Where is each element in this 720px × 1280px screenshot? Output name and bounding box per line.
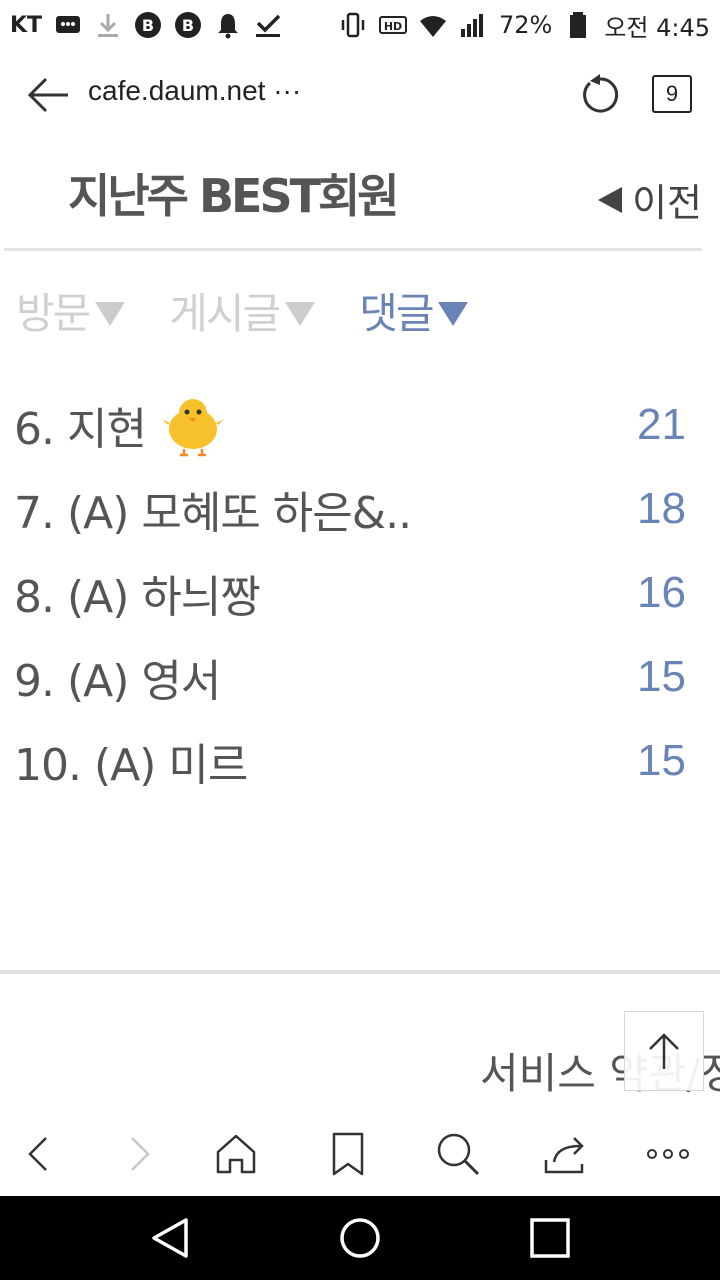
bell-icon [214, 11, 242, 39]
scroll-to-top-button[interactable] [624, 1011, 704, 1091]
chick-icon [160, 393, 226, 457]
comment-count: 21 [637, 400, 686, 449]
tab-count-button[interactable]: 9 [652, 75, 692, 113]
nav-home-icon[interactable] [338, 1216, 382, 1260]
member-name: 7. (A) 모혜또 하은&.. [14, 488, 412, 539]
tab-comments[interactable]: 댓글 [359, 280, 469, 341]
list-item[interactable]: 9. (A) 영서 15 [0, 635, 720, 719]
divider [0, 970, 720, 974]
browser-toolbar [0, 1110, 720, 1196]
member-name: 8. (A) 하늬짱 [14, 572, 261, 623]
hd-icon: HD [378, 11, 407, 39]
wifi-icon [419, 11, 447, 39]
svg-text:HD: HD [384, 20, 402, 33]
comment-count: 18 [637, 484, 686, 533]
svg-text:B: B [142, 16, 154, 35]
tab-posts[interactable]: 게시글 [169, 280, 316, 341]
page-title: 지난주 BEST회원 [68, 169, 400, 223]
signal-icon [459, 11, 487, 39]
message-icon [54, 11, 82, 39]
comment-count: 16 [637, 568, 686, 617]
bookmark-icon[interactable] [324, 1130, 372, 1178]
prev-link[interactable]: 이전 [598, 172, 702, 227]
status-left: KT B B [10, 11, 282, 39]
list-item[interactable]: 7. (A) 모혜또 하은&.. 18 [0, 467, 720, 551]
battery-percent: 72% [498, 11, 553, 39]
search-icon[interactable] [434, 1130, 482, 1178]
triangle-down-icon [438, 301, 469, 326]
divider [4, 248, 702, 251]
vibrate-icon [339, 11, 367, 39]
b-app-icon: B [174, 11, 202, 39]
ranking-list: 6. 지현 21 7. (A) 모혜또 하은&.. 18 8. (A) 하늬짱 … [0, 383, 720, 803]
download-icon [94, 11, 122, 39]
carrier-label: KT [10, 12, 43, 38]
category-tabs: 방문 게시글 댓글 [16, 280, 512, 341]
member-name: 9. (A) 영서 [14, 656, 221, 707]
triangle-left-icon [598, 186, 623, 213]
url-text[interactable]: cafe.daum.net ··· [88, 75, 301, 107]
home-icon[interactable] [212, 1130, 260, 1178]
prev-label: 이전 [632, 181, 702, 225]
battery-icon [564, 11, 592, 39]
back-arrow-icon[interactable] [24, 73, 72, 117]
nav-recents-icon[interactable] [528, 1216, 572, 1260]
clock: 오전 4:45 [604, 13, 710, 42]
tab-visit[interactable]: 방문 [16, 280, 126, 341]
more-icon[interactable] [644, 1130, 692, 1178]
member-name: 6. 지현 [14, 393, 226, 457]
reload-icon[interactable] [578, 73, 622, 117]
tab-label: 게시글 [169, 289, 281, 338]
status-bar: KT B B HD 72% 오전 4:45 [0, 0, 720, 50]
status-right: HD 72% 오전 4:45 [339, 8, 710, 43]
svg-text:B: B [182, 16, 194, 35]
android-nav-bar [0, 1196, 720, 1280]
tab-label: 방문 [16, 289, 91, 338]
chevron-right-icon[interactable] [116, 1130, 164, 1178]
b-app-icon: B [134, 11, 162, 39]
url-bar: cafe.daum.net ··· 9 [0, 55, 720, 135]
nav-back-icon[interactable] [148, 1216, 192, 1260]
list-item[interactable]: 8. (A) 하늬짱 16 [0, 551, 720, 635]
comment-count: 15 [637, 652, 686, 701]
triangle-down-icon [95, 301, 126, 326]
check-icon [254, 11, 282, 39]
chevron-left-icon[interactable] [16, 1130, 64, 1178]
tab-label: 댓글 [359, 289, 434, 338]
comment-count: 15 [637, 736, 686, 785]
list-item[interactable]: 6. 지현 21 [0, 383, 720, 467]
member-name: 10. (A) 미르 [14, 740, 248, 791]
list-item[interactable]: 10. (A) 미르 15 [0, 719, 720, 803]
share-icon[interactable] [542, 1130, 590, 1178]
triangle-down-icon [285, 301, 316, 326]
member-name-text: 6. 지현 [14, 404, 147, 455]
arrow-up-icon [649, 1033, 679, 1069]
